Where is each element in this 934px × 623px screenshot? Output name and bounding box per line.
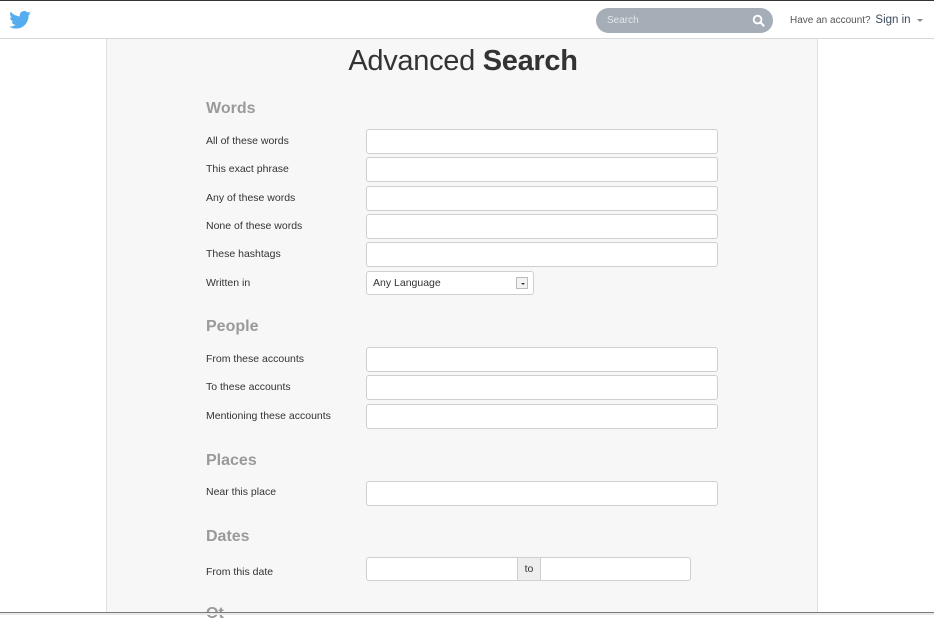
- advanced-search-panel: Advanced Search Words All of these words…: [106, 39, 819, 622]
- title-light: Advanced: [348, 45, 475, 77]
- account-menu[interactable]: Have an account? Sign in: [790, 14, 924, 26]
- search-input[interactable]: [607, 12, 747, 28]
- to-date-field[interactable]: [540, 557, 691, 581]
- label-all-words: All of these words: [206, 135, 289, 147]
- caret-down-icon[interactable]: [917, 18, 924, 22]
- mentioning-accounts-field[interactable]: [366, 404, 718, 429]
- label-written-in: Written in: [206, 277, 251, 289]
- section-heading-places: Places: [206, 452, 257, 469]
- mentioning-accounts-input[interactable]: [367, 405, 717, 428]
- hashtags-field[interactable]: [366, 242, 718, 267]
- label-hashtags: These hashtags: [206, 248, 281, 260]
- sign-in-link[interactable]: Sign in: [875, 14, 910, 26]
- section-heading-people: People: [206, 318, 259, 335]
- section-heading-words: Words: [206, 100, 256, 117]
- all-words-input[interactable]: [367, 130, 717, 153]
- language-selected-value: Any Language: [373, 277, 441, 289]
- to-accounts-input[interactable]: [367, 376, 717, 399]
- search-icon[interactable]: [752, 14, 765, 27]
- top-navigation-bar: Have an account? Sign in: [0, 1, 934, 39]
- from-date-input[interactable]: [367, 558, 517, 580]
- label-mentioning-accounts: Mentioning these accounts: [206, 410, 331, 422]
- near-place-input[interactable]: [367, 482, 717, 505]
- all-words-field[interactable]: [366, 129, 718, 154]
- exact-phrase-input[interactable]: [367, 158, 717, 181]
- account-prompt: Have an account?: [790, 15, 871, 26]
- near-place-field[interactable]: [366, 481, 718, 506]
- any-words-input[interactable]: [367, 187, 717, 210]
- date-range-separator: to: [518, 557, 540, 581]
- label-from-accounts: From these accounts: [206, 353, 305, 365]
- from-accounts-field[interactable]: [366, 347, 718, 372]
- twitter-bird-icon[interactable]: [9, 11, 31, 29]
- dropdown-arrow-icon[interactable]: [516, 277, 528, 289]
- title-bold: Search: [482, 45, 578, 77]
- none-words-field[interactable]: [366, 214, 718, 239]
- label-none-words: None of these words: [206, 220, 303, 232]
- language-select[interactable]: Any Language: [366, 271, 534, 295]
- label-any-words: Any of these words: [206, 192, 296, 204]
- exact-phrase-field[interactable]: [366, 157, 718, 182]
- label-exact-phrase: This exact phrase: [206, 163, 289, 175]
- page-title: Advanced Search: [107, 45, 819, 78]
- hashtags-input[interactable]: [367, 243, 717, 266]
- search-box[interactable]: [596, 8, 773, 33]
- to-accounts-field[interactable]: [366, 375, 718, 400]
- label-near-place: Near this place: [206, 486, 277, 498]
- none-words-input[interactable]: [367, 215, 717, 238]
- section-heading-dates: Dates: [206, 528, 250, 545]
- from-accounts-input[interactable]: [367, 348, 717, 371]
- any-words-field[interactable]: [366, 186, 718, 211]
- to-date-input[interactable]: [541, 558, 690, 580]
- label-to-accounts: To these accounts: [206, 381, 291, 393]
- from-date-field[interactable]: [366, 557, 518, 581]
- label-from-date: From this date: [206, 566, 274, 578]
